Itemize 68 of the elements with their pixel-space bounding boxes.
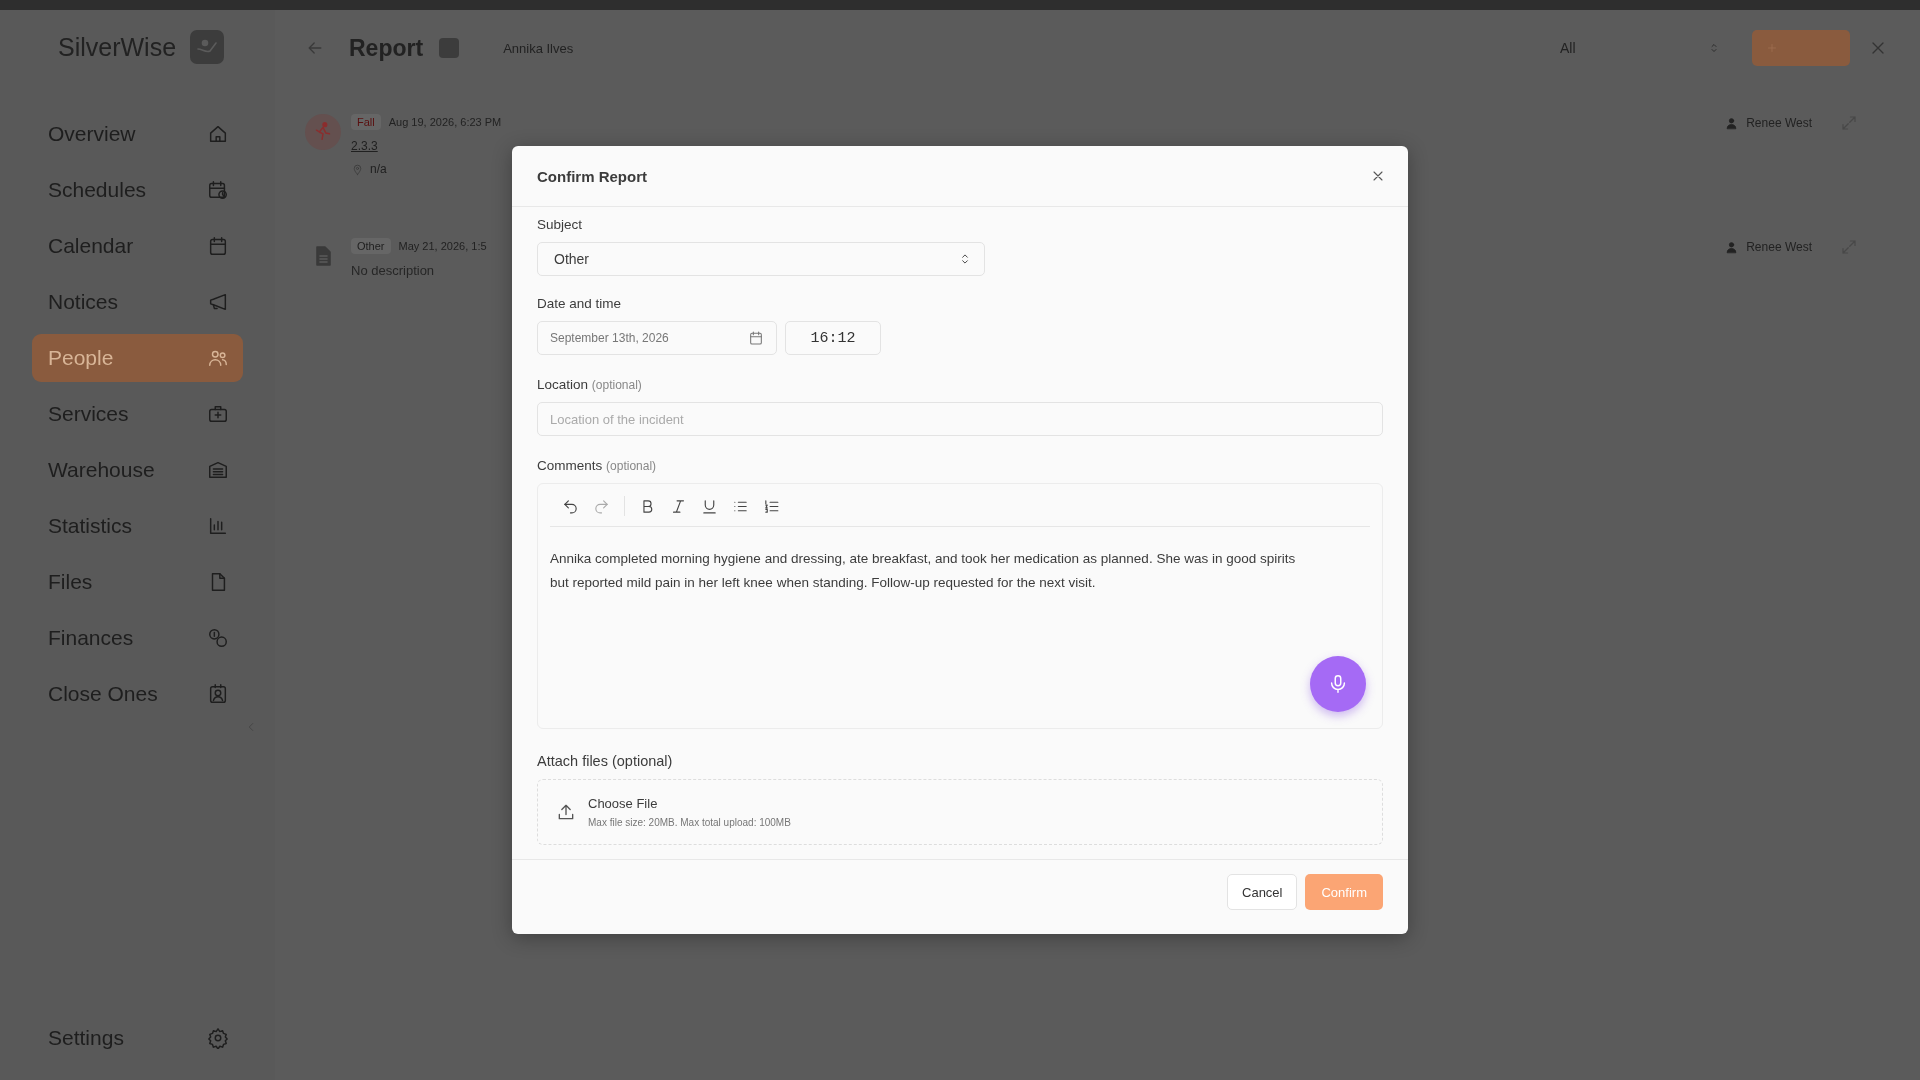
report-location: n/a [370, 162, 387, 176]
report-date: May 21, 2026, 1:5 [398, 240, 487, 252]
cancel-button[interactable]: Cancel [1227, 874, 1298, 910]
author-name: Renee West [1746, 240, 1812, 254]
report-date: Aug 19, 2026, 6:23 PM [388, 116, 502, 128]
sidebar-item[interactable]: Overview [32, 110, 243, 158]
calendar-icon [748, 330, 764, 346]
upload-hint: Max file size: 20MB. Max total upload: 100MB [588, 817, 791, 828]
underline-icon [701, 497, 718, 515]
field-label: Location (optional) [537, 377, 643, 392]
sidebar-item[interactable]: People [32, 334, 243, 382]
page-title: Report [349, 34, 424, 62]
sidebar-item[interactable]: Finances [32, 614, 243, 662]
subject-select[interactable]: Other [537, 242, 985, 276]
sidebar-item[interactable]: Notices [32, 278, 243, 326]
field-label: Date and time [537, 296, 623, 311]
comment-text: Annika completed morning hygiene and dressing, ate breakfast, and took her medication as planned. She was in good spirits but reported mild pain in her left knee when standing. Follow-up requested for the next visit. [550, 549, 1297, 592]
field-label: Attach files (optional) [537, 753, 674, 769]
report-type-tag: Other [351, 238, 391, 254]
field-label: Subject [537, 217, 584, 232]
bar-chart-icon [207, 515, 229, 537]
dialog-title: Confirm Report [537, 167, 647, 185]
hand-heart-logo-icon [190, 30, 225, 64]
date-field[interactable]: September 13th, 2026 [537, 321, 777, 355]
sidebar-item[interactable]: Close Ones [32, 670, 243, 718]
settings-item[interactable]: Settings [32, 1014, 243, 1062]
location-input[interactable]: Location of the incident [537, 402, 1383, 436]
person-icon [1725, 116, 1739, 130]
choose-file-label: Choose File [588, 796, 659, 811]
contact-card-icon [207, 683, 229, 705]
calendar-icon [207, 235, 229, 257]
coins-icon [207, 627, 229, 649]
filter-select[interactable]: All [1554, 40, 1726, 56]
sidebar-item[interactable]: Schedules [32, 166, 243, 214]
falling-person-icon [305, 114, 341, 150]
author-name: Renee West [1746, 116, 1812, 130]
sidebar-item[interactable]: Calendar [32, 222, 243, 270]
underline-button[interactable] [701, 497, 718, 515]
report-description: 2.3.3 [351, 139, 379, 153]
app-name: SilverWise [58, 32, 177, 62]
microphone-button[interactable] [1310, 656, 1366, 712]
file-dropzone[interactable]: Choose File Max file size: 20MB. Max total upload: 100MB [537, 779, 1383, 845]
undo-icon [562, 497, 579, 515]
italic-button[interactable] [670, 497, 687, 515]
field-label: Comments (optional) [537, 458, 658, 473]
numbered-list-icon [763, 497, 780, 515]
redo-icon [593, 497, 610, 515]
person-icon [1725, 240, 1739, 254]
gear-icon [207, 1027, 229, 1049]
person-name: Annika Ilves [503, 40, 574, 56]
medical-kit-icon [207, 403, 229, 425]
calendar-clock-icon [207, 179, 229, 201]
sidebar-item[interactable]: Warehouse [32, 446, 243, 494]
report-type-tag: Fall [351, 114, 381, 130]
sidebar-item[interactable]: Services [32, 390, 243, 438]
sidebar-item[interactable]: Files [32, 558, 243, 606]
location-pin-icon [351, 162, 364, 176]
megaphone-icon [207, 291, 229, 313]
numbered-list-button[interactable] [763, 497, 780, 515]
confirm-button[interactable]: Confirm [1305, 874, 1383, 910]
time-field[interactable]: 16:12 [785, 321, 881, 355]
sidebar-item[interactable]: Statistics [32, 502, 243, 550]
house-icon [207, 123, 229, 145]
warehouse-icon [207, 459, 229, 481]
upload-icon [556, 802, 576, 822]
chevron-updown-icon [1708, 42, 1720, 54]
italic-icon [670, 497, 687, 515]
undo-button[interactable] [562, 497, 579, 515]
